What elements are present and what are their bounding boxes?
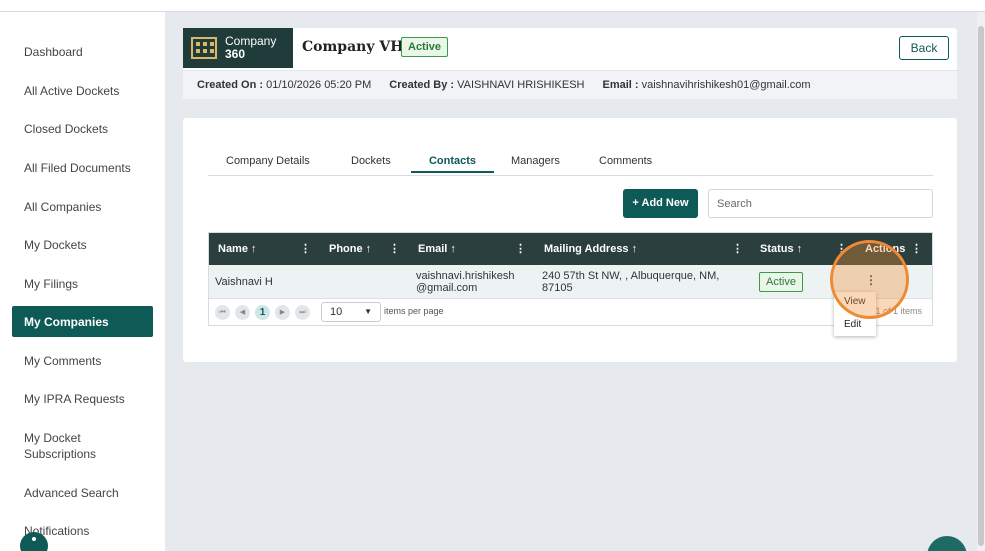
chevron-down-icon: ▼: [364, 307, 372, 316]
next-page-icon[interactable]: ▶: [275, 305, 290, 320]
created-on-label: Created On :: [197, 79, 264, 91]
page-number-button[interactable]: 1: [255, 305, 270, 320]
sidebar-item-my-comments[interactable]: My Comments: [12, 353, 153, 369]
sidebar-item-my-ipra-requests[interactable]: My IPRA Requests: [12, 391, 153, 407]
grid-header: Name ↑ ⋮ Phone ↑ ⋮ Email ↑ ⋮ Mailing Add…: [209, 233, 932, 265]
column-header-mailing-address[interactable]: Mailing Address ↑: [544, 233, 637, 265]
company-header: Company 360 Company VH Active Back Creat…: [183, 28, 957, 99]
first-page-icon[interactable]: ⏮: [215, 305, 230, 320]
row-action-menu: View Edit: [834, 292, 876, 336]
contacts-grid: Name ↑ ⋮ Phone ↑ ⋮ Email ↑ ⋮ Mailing Add…: [208, 232, 933, 326]
sidebar-item-my-companies[interactable]: My Companies: [12, 306, 153, 337]
cell-email: vaishnavi.hrishikesh @gmail.com: [416, 265, 514, 299]
sidebar-item-all-active-dockets[interactable]: All Active Dockets: [12, 83, 153, 99]
prev-page-icon[interactable]: ◀: [235, 305, 250, 320]
column-header-actions: Actions: [865, 243, 906, 255]
status-badge: Active: [401, 37, 449, 57]
page-title: Company VH: [302, 39, 404, 55]
cell-email-line1: vaishnavi.hrishikesh: [416, 270, 515, 282]
cell-email-line2: @gmail.com: [416, 282, 478, 294]
search-input[interactable]: [708, 189, 933, 218]
sidebar-item-my-docket-subscriptions[interactable]: My Docket Subscriptions: [12, 430, 132, 462]
email-label: Email :: [602, 79, 639, 91]
table-row: Vaishnavi H vaishnavi.hrishikesh @gmail.…: [209, 265, 932, 299]
back-button[interactable]: Back: [899, 36, 949, 60]
sidebar-item-my-dockets[interactable]: My Dockets: [12, 237, 153, 253]
sidebar-item-all-companies[interactable]: All Companies: [12, 199, 153, 215]
top-bar: [0, 0, 985, 12]
sidebar-item-all-filed-documents[interactable]: All Filed Documents: [12, 160, 153, 176]
tab-contacts[interactable]: Contacts: [411, 155, 494, 173]
sidebar-item-advanced-search[interactable]: Advanced Search: [12, 485, 153, 501]
tab-bar: Company Details Dockets Contacts Manager…: [208, 153, 933, 176]
row-actions-menu-icon[interactable]: ⋮: [865, 273, 877, 287]
column-menu-icon[interactable]: ⋮: [732, 233, 743, 265]
column-header-email[interactable]: Email ↑: [418, 233, 456, 265]
company-meta: Created On : 01/10/2026 05:20 PM Created…: [183, 70, 957, 99]
logo-text-line2: 360: [225, 47, 246, 61]
created-by-value: VAISHNAVI HRISHIKESH: [457, 79, 585, 91]
sidebar-item-dashboard[interactable]: Dashboard: [12, 44, 153, 60]
building-icon: [191, 37, 217, 59]
column-menu-icon[interactable]: ⋮: [300, 233, 311, 265]
menu-item-view[interactable]: View: [844, 296, 866, 307]
page-size-select[interactable]: 10 ▼: [321, 302, 381, 322]
tab-managers[interactable]: Managers: [511, 155, 560, 167]
floating-action-button[interactable]: [927, 536, 967, 551]
scrollbar[interactable]: [977, 12, 985, 551]
logo-text-line1: Company: [225, 34, 277, 48]
last-page-icon[interactable]: ⏭: [295, 305, 310, 320]
column-header-status[interactable]: Status ↑: [760, 233, 802, 265]
add-new-button[interactable]: + Add New: [623, 189, 698, 218]
column-menu-icon[interactable]: ⋮: [515, 233, 526, 265]
pagination: ⏮ ◀ 1 ▶ ⏭ 10 ▼ items per page 1 - 1 of 1…: [209, 299, 932, 325]
sidebar-item-closed-dockets[interactable]: Closed Dockets: [12, 121, 153, 137]
cell-address-line1: 240 57th St NW, , Albuquerque, NM,: [542, 270, 720, 282]
column-menu-icon[interactable]: ⋮: [836, 233, 847, 265]
cell-address-line2: 87105: [542, 282, 573, 294]
tab-company-details[interactable]: Company Details: [226, 155, 310, 167]
page-size-label: items per page: [384, 306, 444, 316]
scrollbar-thumb[interactable]: [978, 26, 984, 546]
column-menu-icon[interactable]: ⋮: [911, 233, 922, 265]
created-by-label: Created By :: [389, 79, 455, 91]
sidebar-item-my-filings[interactable]: My Filings: [12, 276, 153, 292]
column-menu-icon[interactable]: ⋮: [389, 233, 400, 265]
cell-mailing-address: 240 57th St NW, , Albuquerque, NM, 87105: [542, 265, 719, 299]
menu-item-edit[interactable]: Edit: [844, 319, 861, 330]
row-status-badge: Active: [759, 272, 803, 292]
company360-logo: Company 360: [183, 28, 293, 68]
created-on-value: 01/10/2026 05:20 PM: [266, 79, 372, 91]
cell-name: Vaishnavi H: [215, 276, 273, 288]
email-value: vaishnavihrishikesh01@gmail.com: [641, 79, 811, 91]
page-size-value: 10: [330, 306, 343, 318]
column-header-name[interactable]: Name ↑: [218, 233, 257, 265]
sidebar: Dashboard All Active Dockets Closed Dock…: [0, 12, 165, 551]
column-header-phone[interactable]: Phone ↑: [329, 233, 371, 265]
tab-dockets[interactable]: Dockets: [351, 155, 391, 167]
tab-comments[interactable]: Comments: [599, 155, 652, 167]
